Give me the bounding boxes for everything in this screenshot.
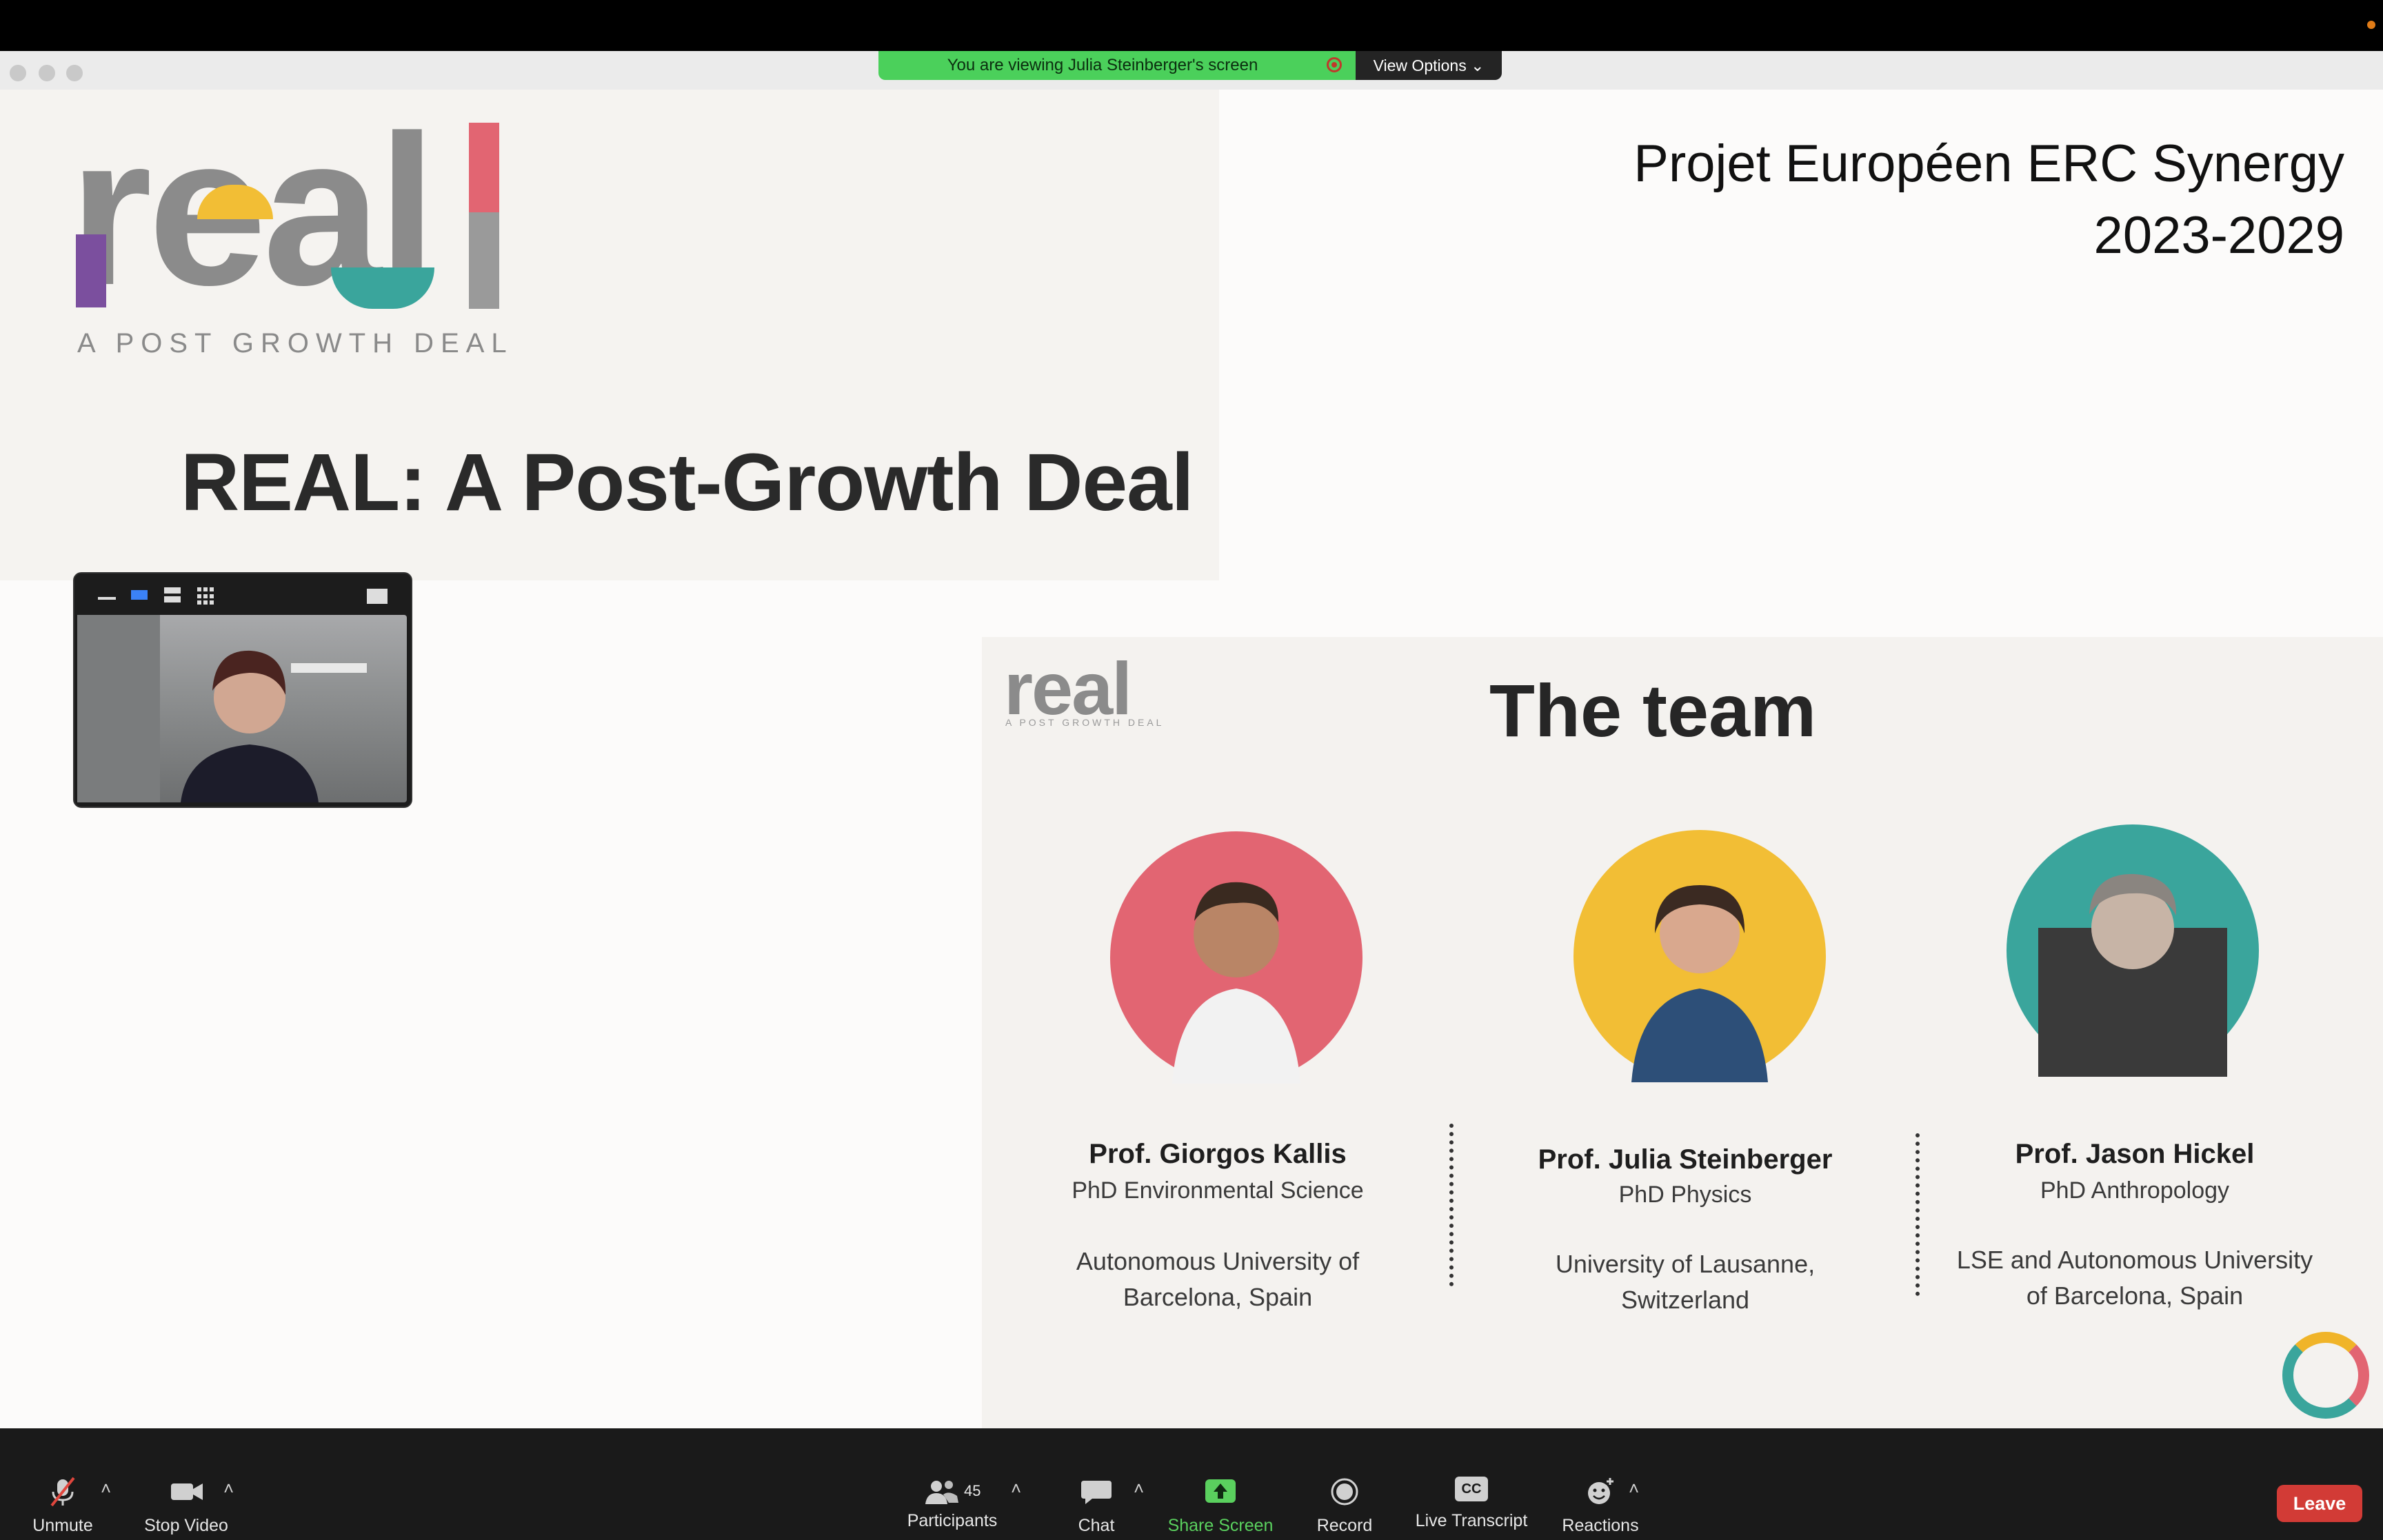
screen-share-banner: You are viewing Julia Steinberger's scre…	[878, 51, 1356, 80]
logo-l-bar-accent	[469, 123, 499, 212]
participants-button[interactable]: 45 Participants	[901, 1477, 1004, 1531]
share-screen-button[interactable]: Share Screen	[1165, 1477, 1276, 1536]
minimize-window-button[interactable]	[39, 65, 55, 81]
person-university-line: University of Lausanne,	[1555, 1250, 1816, 1278]
real-circle-logo-icon	[2282, 1332, 2369, 1419]
self-video-feed	[77, 615, 407, 802]
share-screen-label: Share Screen	[1167, 1516, 1274, 1535]
person-silhouette-icon	[1172, 882, 1300, 1084]
gallery-view-icon[interactable]	[197, 587, 215, 605]
person-university: University of Lausanne, Switzerland	[1471, 1246, 1899, 1318]
participants-label: Participants	[907, 1511, 998, 1530]
team-slide-logo-tagline: A POST GROWTH DEAL	[1005, 717, 1165, 728]
audio-options-caret-icon[interactable]: ˄	[101, 1478, 111, 1499]
erc-project-title: Projet Européen ERC Synergy 2023-2029	[1586, 128, 2344, 272]
slide-title: REAL: A Post-Growth Deal	[181, 437, 1194, 528]
self-view-toolbar	[74, 574, 411, 615]
stop-video-label: Stop Video	[144, 1516, 228, 1535]
view-options-label: View Options	[1373, 57, 1467, 74]
chat-bubble-icon	[1081, 1481, 1112, 1504]
logo-tagline: A POST GROWTH DEAL	[77, 328, 514, 358]
participants-options-caret-icon[interactable]: ˄	[1011, 1478, 1021, 1499]
live-transcript-button[interactable]: CC Live Transcript	[1409, 1477, 1534, 1531]
live-transcript-label: Live Transcript	[1415, 1511, 1528, 1530]
record-button[interactable]: Record	[1310, 1477, 1379, 1536]
zoom-window-button[interactable]	[66, 65, 83, 81]
minimize-video-icon[interactable]	[98, 597, 116, 600]
erc-project-years: 2023-2029	[2093, 206, 2344, 265]
closed-captions-icon: CC	[1455, 1477, 1488, 1501]
person-photo-kallis	[1110, 831, 1363, 1084]
stop-video-button[interactable]: Stop Video	[138, 1477, 234, 1536]
video-camera-icon	[171, 1483, 203, 1500]
video-options-caret-icon[interactable]: ˄	[223, 1478, 234, 1499]
chat-label: Chat	[1078, 1516, 1115, 1535]
person-university-line: of Barcelona, Spain	[2026, 1281, 2244, 1310]
person-silhouette-icon	[2038, 873, 2227, 1077]
person-university-line: Switzerland	[1620, 1286, 1750, 1314]
divider	[1449, 1124, 1458, 1286]
team-title: The team	[1489, 669, 1817, 752]
participants-icon	[925, 1481, 958, 1504]
unmute-button[interactable]: Unmute	[25, 1477, 101, 1536]
screen-share-banner-text: You are viewing Julia Steinberger's scre…	[947, 56, 1258, 74]
self-view-window[interactable]	[73, 572, 412, 808]
self-video-person-icon	[77, 615, 367, 802]
strip-view-icon[interactable]	[164, 587, 181, 602]
leave-button[interactable]: Leave	[2277, 1485, 2362, 1522]
stop-share-icon[interactable]	[1327, 57, 1342, 72]
person-degree: PhD Anthropology	[2040, 1177, 2230, 1204]
person-university: LSE and Autonomous University of Barcelo…	[1921, 1242, 2349, 1314]
view-options-button[interactable]: View Options ⌄	[1356, 51, 1502, 80]
person-degree: PhD Environmental Science	[1072, 1177, 1364, 1204]
record-label: Record	[1316, 1516, 1373, 1535]
person-university: Autonomous University of Barcelona, Spai…	[1004, 1244, 1431, 1315]
person-silhouette-icon	[1631, 885, 1768, 1082]
record-icon	[1331, 1478, 1358, 1506]
close-window-button[interactable]	[10, 65, 26, 81]
recording-indicator-dot	[2367, 21, 2375, 29]
chevron-down-icon: ⌄	[1471, 57, 1485, 74]
menu-bar	[0, 0, 2383, 51]
person-name: Prof. Jason Hickel	[2015, 1139, 2255, 1169]
person-university-line: Autonomous University of	[1076, 1247, 1360, 1275]
person-photo-hickel	[2007, 824, 2259, 1077]
erc-project-line: Projet Européen ERC Synergy	[1633, 134, 2344, 193]
exit-minimized-icon[interactable]	[367, 589, 388, 604]
speaker-view-icon[interactable]	[131, 590, 148, 600]
person-university-line: Barcelona, Spain	[1123, 1283, 1313, 1311]
person-photo-steinberger	[1573, 830, 1826, 1082]
chat-button[interactable]: Chat	[1062, 1477, 1131, 1536]
chat-options-caret-icon[interactable]: ˄	[1134, 1478, 1144, 1499]
smiley-plus-icon	[1588, 1478, 1613, 1504]
person-name: Prof. Julia Steinberger	[1538, 1144, 1833, 1175]
reactions-options-caret-icon[interactable]: ˄	[1629, 1478, 1639, 1499]
share-screen-icon	[1205, 1479, 1236, 1503]
participants-count: 45	[964, 1482, 981, 1499]
person-degree: PhD Physics	[1618, 1182, 1752, 1208]
reactions-label: Reactions	[1562, 1516, 1639, 1535]
unmute-label: Unmute	[32, 1516, 93, 1535]
logo-r-accent	[76, 234, 106, 307]
person-name: Prof. Giorgos Kallis	[1089, 1139, 1347, 1169]
muted-microphone-icon	[50, 1477, 75, 1507]
person-university-line: LSE and Autonomous University	[1956, 1246, 2313, 1274]
